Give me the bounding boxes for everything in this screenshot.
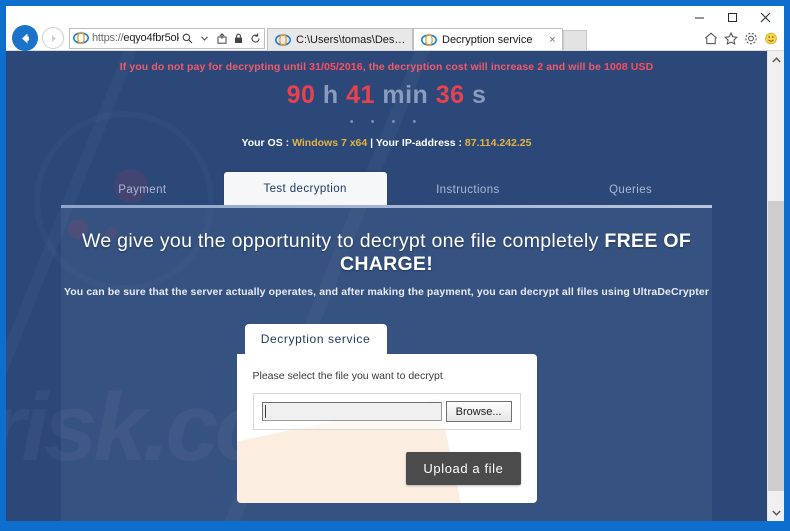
ie-logo-icon <box>73 31 89 45</box>
ip-value: 87.114.242.25 <box>464 137 532 149</box>
settings-icon[interactable] <box>742 29 760 47</box>
browser-tab-title: Decryption service <box>442 33 533 46</box>
countdown-seconds-unit: s <box>472 81 487 109</box>
countdown-minutes: 41 <box>346 81 375 109</box>
page-headline: We give you the opportunity to decrypt o… <box>61 208 712 276</box>
site-tab-instructions[interactable]: Instructions <box>387 174 550 205</box>
main-panel: We give you the opportunity to decrypt o… <box>61 208 712 521</box>
os-label: Your OS : <box>241 137 293 149</box>
ie-logo-icon <box>275 33 291 46</box>
countdown-hours-unit: h <box>322 81 339 109</box>
countdown-minutes-unit: min <box>382 81 429 109</box>
maximize-button[interactable] <box>716 6 749 28</box>
warning-middle: , the decryption cost will increase <box>362 61 538 73</box>
new-tab-button[interactable] <box>563 30 587 50</box>
site-tab-bar: Payment Test decryption Instructions Que… <box>61 169 712 205</box>
chevron-down-icon[interactable] <box>196 29 213 48</box>
back-button[interactable] <box>12 25 38 51</box>
warning-message: If you do not pay for decrypting until 3… <box>6 51 767 73</box>
info-separator: | <box>367 137 376 149</box>
upload-a-file-button[interactable]: Upload a file <box>406 452 521 485</box>
browser-chrome: https://eqyo4fbr5okzaysm.o... <box>6 6 784 51</box>
warning-suffix: and will be <box>543 61 605 73</box>
lock-icon[interactable] <box>230 29 247 48</box>
url-scheme: https:// <box>92 32 124 44</box>
countdown-timer: 90 h 41 min 36 s <box>6 81 767 110</box>
smiley-icon[interactable] <box>762 29 780 47</box>
page-scrollbar[interactable] <box>767 51 784 521</box>
decryption-service-card: Decryption service Please select the fil… <box>236 324 537 503</box>
scroll-down-icon[interactable] <box>768 504 784 521</box>
window-controls <box>683 6 782 28</box>
home-icon[interactable] <box>702 29 720 47</box>
system-info-line: Your OS : Windows 7 x64 | Your IP-addres… <box>6 137 767 149</box>
forward-button[interactable] <box>42 27 64 49</box>
navigation-row: https://eqyo4fbr5okzaysm.o... <box>6 25 784 51</box>
address-bar[interactable]: https://eqyo4fbr5okzaysm.o... <box>69 27 265 49</box>
browser-toolbar-icons <box>702 29 780 47</box>
warning-amount: 1008 USD <box>604 61 654 73</box>
warning-prefix: If you do not pay for decrypting until <box>119 61 310 73</box>
browse-button[interactable]: Browse... <box>445 401 512 422</box>
ip-label: Your IP-address : <box>375 137 465 149</box>
upload-row: Upload a file <box>253 452 521 485</box>
card-title: Decryption service <box>244 324 387 354</box>
browser-tab-decryption-service[interactable]: Decryption service × <box>413 28 563 50</box>
headline-lead: We give you the opportunity to decrypt o… <box>81 230 605 252</box>
site-tab-test-decryption[interactable]: Test decryption <box>223 172 387 205</box>
file-select-label: Please select the file you want to decry… <box>252 370 443 382</box>
site-tab-payment[interactable]: Payment <box>61 174 224 205</box>
close-icon[interactable]: × <box>545 34 560 46</box>
site-tab-queries[interactable]: Queries <box>549 174 712 205</box>
page-content: If you do not pay for decrypting until 3… <box>6 51 767 521</box>
url-host: eqyo4fbr5okzaysm.o... <box>123 32 179 44</box>
file-picker-row: Browse... <box>252 393 521 430</box>
minimize-button[interactable] <box>683 6 716 28</box>
url-text: https://eqyo4fbr5okzaysm.o... <box>92 32 179 44</box>
browser-window-inner: https://eqyo4fbr5okzaysm.o... <box>6 6 784 521</box>
scrollbar-thumb[interactable] <box>768 201 784 491</box>
search-icon[interactable] <box>179 29 196 48</box>
card-body: Please select the file you want to decry… <box>236 354 537 503</box>
share-icon[interactable] <box>213 29 230 48</box>
close-button[interactable] <box>749 6 782 28</box>
page-viewport: risk.com If you do not pay for decryptin… <box>6 51 784 521</box>
ie-logo-icon <box>421 33 437 46</box>
favorites-icon[interactable] <box>722 29 740 47</box>
countdown-seconds: 36 <box>435 81 465 109</box>
tab-underline <box>61 205 712 208</box>
browser-window: https://eqyo4fbr5okzaysm.o... <box>0 0 790 531</box>
file-path-input[interactable] <box>261 402 442 421</box>
countdown-separator-dots: • • • • <box>349 116 424 128</box>
browser-tabstrip: C:\Users\tomas\Desktop\2016-... Decrypti… <box>267 26 702 50</box>
browser-tab-file[interactable]: C:\Users\tomas\Desktop\2016-... <box>267 28 413 50</box>
page-subheadline: You can be sure that the server actually… <box>63 286 710 298</box>
os-value: Windows 7 x64 <box>292 137 368 149</box>
refresh-icon[interactable] <box>247 29 264 48</box>
browser-tab-title: C:\Users\tomas\Desktop\2016-... <box>296 33 410 46</box>
countdown-hours: 90 <box>286 81 316 109</box>
ransom-page: risk.com If you do not pay for decryptin… <box>6 51 767 521</box>
scroll-up-icon[interactable] <box>768 51 784 68</box>
warning-deadline: 31/05/2016 <box>309 61 363 73</box>
